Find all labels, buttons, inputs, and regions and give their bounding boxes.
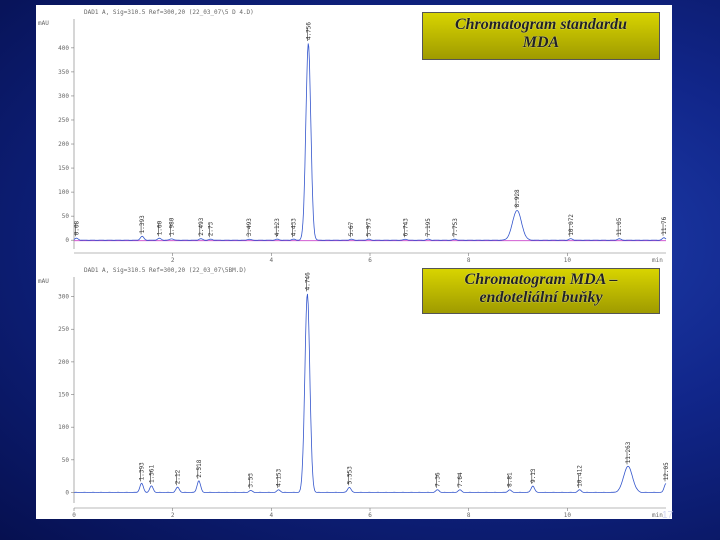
x-tick-label: 8	[467, 512, 471, 519]
peak-label: 1.60	[156, 220, 163, 235]
y-tick-label: 0	[65, 489, 69, 496]
x-tick-label: 6	[368, 512, 372, 519]
chromatogram-trace	[73, 293, 667, 493]
y-tick-label: 200	[58, 141, 69, 148]
peak-label: 9.13	[530, 468, 537, 483]
peak-label: 11.76	[661, 216, 668, 234]
slide-number: 17	[662, 510, 674, 521]
peak-label: 4.123	[274, 218, 281, 236]
peak-label: 3.53	[248, 473, 255, 488]
peak-label: 11.263	[625, 441, 632, 463]
peak-label: 4.433	[291, 218, 298, 236]
caption-sample: Chromatogram MDA – endoteliální buňky	[422, 268, 660, 314]
peak-label: 2.518	[196, 459, 203, 477]
peak-label: 5.553	[346, 466, 353, 484]
x-tick-label: 10	[564, 512, 572, 519]
peak-label: 6.743	[403, 218, 410, 236]
y-tick-label: 300	[58, 294, 69, 301]
y-tick-label: 200	[58, 359, 69, 366]
y-tick-label: 250	[58, 326, 69, 333]
y-tick-label: 100	[58, 189, 69, 196]
chromatogram-trace	[73, 43, 667, 241]
caption-sample-line-1: Chromatogram MDA –	[464, 271, 618, 288]
peak-label: 7.753	[452, 218, 459, 236]
peak-label: 0.08	[73, 220, 80, 235]
y-tick-label: 50	[62, 213, 70, 220]
peak-label: 1.393	[139, 215, 146, 233]
peak-label: 2.73	[208, 221, 215, 236]
caption-standard-line-1: Chromatogram standardu	[454, 16, 628, 33]
peak-label: 12.05	[663, 462, 670, 480]
peak-label: 1.561	[148, 464, 155, 482]
peak-label: 1.393	[139, 462, 146, 480]
peak-label: 10.412	[577, 465, 584, 487]
y-axis-unit: mAU	[38, 278, 49, 285]
peak-label: 3.493	[246, 218, 253, 236]
y-tick-label: 100	[58, 424, 69, 431]
peak-label: 4.756	[305, 22, 312, 40]
chart-header: DAD1 A, Sig=310.5 Ref=300,20 (22_03_07\5…	[84, 267, 247, 274]
peak-label: 1.980	[169, 217, 176, 235]
y-tick-label: 350	[58, 69, 69, 76]
caption-sample-line-2: endoteliální buňky	[479, 289, 603, 307]
x-tick-label: 2	[171, 512, 175, 519]
peak-label: 4.746	[304, 272, 311, 290]
peak-label: 8.81	[507, 472, 514, 487]
peak-label: 7.36	[435, 472, 442, 487]
y-tick-label: 50	[62, 457, 70, 464]
peak-label: 11.05	[616, 217, 623, 235]
y-tick-label: 300	[58, 93, 69, 100]
x-tick-label: 4	[270, 512, 274, 519]
y-tick-label: 0	[65, 237, 69, 244]
peak-label: 4.153	[276, 468, 283, 486]
peak-label: 8.928	[514, 189, 521, 207]
y-tick-label: 150	[58, 165, 69, 172]
y-tick-label: 150	[58, 392, 69, 399]
caption-standard-line-2: MDA	[522, 34, 560, 52]
y-axis-unit: mAU	[38, 20, 49, 27]
peak-label: 7.64	[457, 472, 464, 487]
peak-label: 10.072	[568, 214, 575, 236]
peak-label: 5.973	[366, 218, 373, 236]
peak-label: 2.12	[175, 469, 182, 484]
y-tick-label: 400	[58, 45, 69, 52]
caption-standard: Chromatogram standardu MDA	[422, 12, 660, 60]
x-tick-label: 0	[72, 512, 76, 519]
peak-label: 5.67	[348, 221, 355, 236]
peak-label: 2.493	[198, 217, 205, 235]
y-tick-label: 250	[58, 117, 69, 124]
peak-label: 7.195	[425, 218, 432, 236]
chart-header: DAD1 A, Sig=310.5 Ref=300,20 (22_03_07\5…	[84, 9, 254, 16]
